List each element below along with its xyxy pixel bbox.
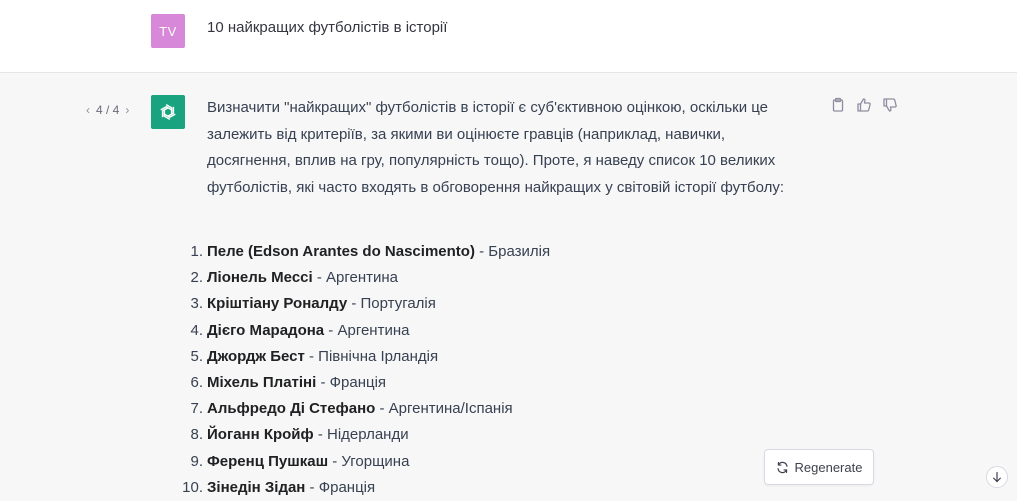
player-country: - Угорщина [328, 452, 410, 470]
list-item-number: 5. [190, 347, 203, 365]
user-avatar: TV [151, 14, 185, 48]
list-item-number: 9. [190, 452, 203, 470]
player-name: Міхель Платіні [207, 373, 317, 391]
list-item: 1. Пеле (Edson Arantes do Nascimento) - Б… [190, 239, 807, 265]
list-item: 8. Йоганн Кройф - Нідерланди [190, 422, 807, 448]
player-name: Дієго Марадона [207, 321, 325, 339]
assistant-message: Визначити "найкращих" футболістів в істо… [182, 95, 807, 496]
player-name: Альфредо Ді Стефано [207, 400, 376, 418]
player-name: Зінедін Зідан [207, 478, 306, 496]
list-item: 7. Альфредо Ді Стефано - Аргентина/Іспані… [190, 396, 807, 422]
player-name: Ліонель Мессі [207, 269, 313, 287]
list-item-number: 10. [182, 478, 203, 496]
list-item: 6. Міхель Платіні - Франція [190, 370, 807, 396]
list-item: 9. Ференц Пушкаш - Угорщина [190, 449, 807, 475]
list-item: 4. Дієго Марадона - Аргентина [190, 318, 807, 344]
regenerate-button[interactable]: Regenerate [764, 449, 874, 485]
list-item-number: 1. [190, 243, 203, 260]
player-country: - Португалія [347, 295, 436, 313]
arrow-down-icon [993, 471, 1001, 483]
list-item-number: 4. [190, 321, 203, 339]
clipboard-icon[interactable] [830, 97, 846, 113]
player-name: Пеле (Edson Arantes do Nascimento) [207, 243, 475, 260]
player-country: - Бразилія [474, 243, 551, 260]
list-item: 2. Ліонель Мессі - Аргентина [190, 265, 807, 291]
list-item-number: 6. [190, 373, 203, 391]
player-country: - Франція [305, 478, 376, 496]
user-message-text: 10 найкращих футболістів в історії [207, 19, 448, 36]
list-item-number: 2. [190, 269, 203, 287]
refresh-icon [776, 461, 788, 473]
scroll-to-bottom-button[interactable] [986, 466, 1008, 488]
player-country: - Аргентина/Іспанія [375, 400, 513, 418]
list-item-number: 7. [190, 400, 203, 418]
assistant-message-row: ‹ 4 / 4 › Визначити "найкращих" футболіс… [0, 73, 1017, 496]
regenerate-label: Regenerate [794, 459, 863, 475]
assistant-intro: Визначити "найкращих" футболістів в істо… [207, 99, 785, 196]
player-name: Джордж Бест [207, 347, 305, 365]
player-country: - Північна Ірландія [304, 347, 439, 365]
thumbs-up-icon[interactable] [856, 97, 872, 113]
list-item: 5. Джордж Бест - Північна Ірландія [190, 344, 807, 370]
players-list: 1. Пеле (Edson Arantes do Nascimento) - Б… [182, 239, 807, 501]
message-actions [830, 97, 898, 113]
player-country: - Нідерланди [313, 426, 409, 444]
list-item-number: 8. [190, 426, 203, 444]
previous-response-icon[interactable]: ‹ [86, 103, 90, 117]
player-name: Йоганн Кройф [207, 426, 314, 444]
list-item-number: 3. [190, 295, 203, 313]
list-item: 10. Зінедін Зідан - Франція [182, 475, 807, 501]
next-response-icon[interactable]: › [125, 103, 129, 117]
chatgpt-logo-icon [151, 95, 185, 129]
thumbs-down-icon[interactable] [882, 97, 898, 113]
player-country: - Аргентина [312, 269, 398, 287]
player-name: Ференц Пушкаш [207, 452, 329, 470]
player-country: - Франція [316, 373, 387, 391]
list-item: 3. Кріштіану Роналду - Португалія [190, 291, 807, 317]
response-pager: ‹ 4 / 4 › [86, 103, 129, 117]
player-name: Кріштіану Роналду [207, 295, 348, 313]
user-message-row: TV 10 найкращих футболістів в історії [0, 0, 1017, 73]
pager-count: 4 / 4 [96, 103, 120, 117]
player-country: - Аргентина [324, 321, 410, 339]
